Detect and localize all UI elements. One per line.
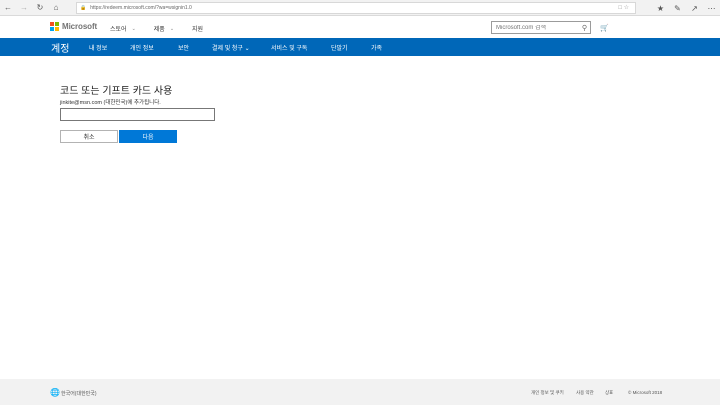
page-title: 코드 또는 기프트 카드 사용	[60, 86, 173, 97]
code-input[interactable]	[60, 108, 215, 121]
site-nav: 스토어 ⌄ 제품 ⌄ 지원	[110, 24, 221, 34]
nav-store[interactable]: 스토어 ⌄	[110, 24, 136, 34]
site-header: Microsoft 스토어 ⌄ 제품 ⌄ 지원 ⚲ 🛒	[0, 17, 720, 38]
browser-actions: ★ ✎ ↗ ⋯	[652, 0, 720, 16]
footer-link-terms[interactable]: 사용 약관	[576, 390, 594, 396]
nav-label: 제품	[153, 27, 165, 33]
account-nav-family[interactable]: 가족	[371, 43, 382, 52]
next-button[interactable]: 다음	[119, 130, 177, 143]
address-bar[interactable]: 🔒 https://redeem.microsoft.com/?wa=wsign…	[76, 2, 636, 14]
account-nav-my-info[interactable]: 내 정보	[89, 43, 107, 52]
account-info-text: jinkite@msn.com (대한민국)에 추가됩니다.	[60, 100, 161, 106]
cancel-button[interactable]: 취소	[60, 130, 118, 143]
search-icon[interactable]: ⚲	[582, 24, 587, 32]
windows-logo-icon	[50, 22, 59, 31]
home-icon[interactable]: ⌂	[48, 0, 64, 16]
account-nav-privacy[interactable]: 개인 정보	[130, 43, 154, 52]
nav-label: 스토어	[110, 27, 127, 33]
favorites-icon[interactable]: ★	[652, 0, 669, 16]
account-nav-security[interactable]: 보안	[178, 43, 189, 52]
nav-support[interactable]: 지원	[192, 24, 203, 33]
account-nav-billing[interactable]: 결제 및 청구 ⌄	[212, 43, 250, 52]
account-nav-services[interactable]: 서비스 및 구독	[271, 43, 307, 52]
lock-icon: 🔒	[80, 5, 87, 11]
search-box: ⚲	[491, 21, 591, 34]
reading-view-icon[interactable]: □ ☆	[618, 4, 629, 11]
chevron-down-icon: ⌄	[169, 25, 175, 32]
refresh-icon[interactable]: ↻	[32, 0, 48, 16]
account-nav-devices[interactable]: 단말기	[331, 43, 348, 52]
logo-square-blue	[50, 27, 54, 31]
footer-link-trademarks[interactable]: 상표	[605, 390, 613, 396]
logo-square-yellow	[55, 27, 59, 31]
account-nav: 계정 내 정보 개인 정보 보안 결제 및 청구 ⌄ 서비스 및 구독 단말기 …	[0, 38, 720, 56]
footer-link-privacy[interactable]: 개인 정보 및 쿠키	[531, 390, 564, 396]
search-input[interactable]	[496, 24, 576, 31]
browser-toolbar: ← → ↻ ⌂ 🔒 https://redeem.microsoft.com/?…	[0, 0, 720, 16]
back-icon[interactable]: ←	[0, 0, 16, 16]
pen-icon[interactable]: ✎	[669, 0, 686, 16]
footer: 🌐 한국어(대한민국) 개인 정보 및 쿠키 사용 약관 상표 © Micros…	[0, 379, 720, 405]
logo-square-green	[55, 22, 59, 26]
logo-square-red	[50, 22, 54, 26]
cart-icon[interactable]: 🛒	[600, 24, 609, 32]
brand-name: Microsoft	[62, 22, 98, 31]
footer-copyright: © Microsoft 2018	[628, 390, 663, 395]
page: ← → ↻ ⌂ 🔒 https://redeem.microsoft.com/?…	[0, 0, 720, 405]
locale-selector[interactable]: 한국어(대한민국)	[61, 390, 97, 397]
account-title[interactable]: 계정	[51, 40, 69, 55]
globe-icon: 🌐	[50, 388, 60, 397]
account-nav-billing-label: 결제 및 청구	[212, 46, 243, 52]
more-icon[interactable]: ⋯	[703, 0, 720, 16]
chevron-down-icon: ⌄	[244, 46, 250, 52]
microsoft-logo[interactable]: Microsoft	[50, 22, 97, 31]
url-text: https://redeem.microsoft.com/?wa=wsignin…	[90, 5, 192, 11]
forward-icon[interactable]: →	[16, 0, 32, 16]
share-icon[interactable]: ↗	[686, 0, 703, 16]
chevron-down-icon: ⌄	[131, 25, 136, 32]
nav-products[interactable]: 제품 ⌄	[153, 24, 175, 34]
nav-label: 지원	[192, 27, 204, 33]
